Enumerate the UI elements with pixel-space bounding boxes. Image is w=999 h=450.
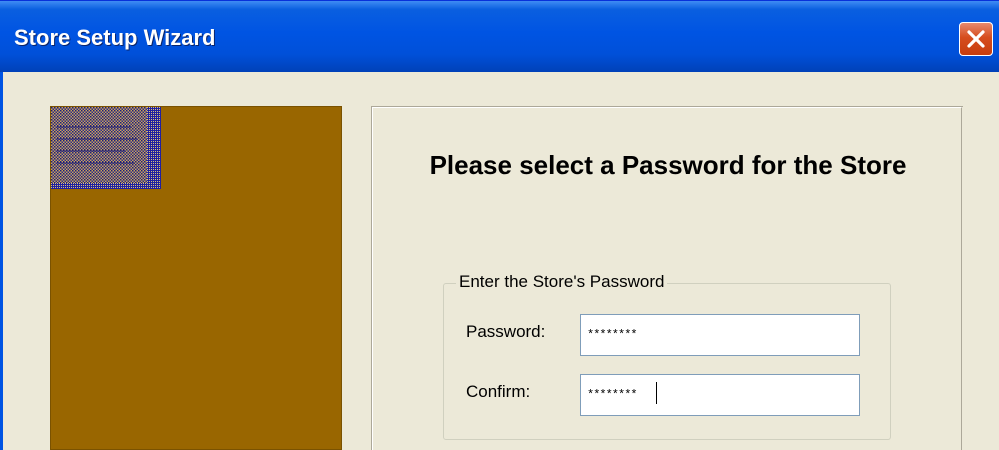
confirm-field-wrapper[interactable]: [580, 374, 860, 416]
wizard-content-panel: Please select a Password for the Store E…: [371, 106, 963, 450]
wizard-side-panel: [50, 106, 342, 450]
title-bar[interactable]: Store Setup Wizard: [0, 0, 999, 72]
password-input[interactable]: [580, 314, 860, 356]
password-label: Password:: [466, 322, 546, 341]
text-caret: [656, 382, 657, 404]
groupbox-legend: Enter the Store's Password: [456, 272, 668, 292]
window-title: Store Setup Wizard: [14, 25, 216, 50]
store-logo-image: [51, 107, 161, 189]
close-icon: [967, 30, 985, 48]
close-button[interactable]: [959, 22, 993, 56]
confirm-input[interactable]: [580, 374, 860, 416]
confirm-label: Confirm:: [466, 382, 531, 401]
page-heading: Please select a Password for the Store: [429, 150, 907, 180]
password-groupbox: Enter the Store's Password Password: Con…: [443, 272, 891, 440]
